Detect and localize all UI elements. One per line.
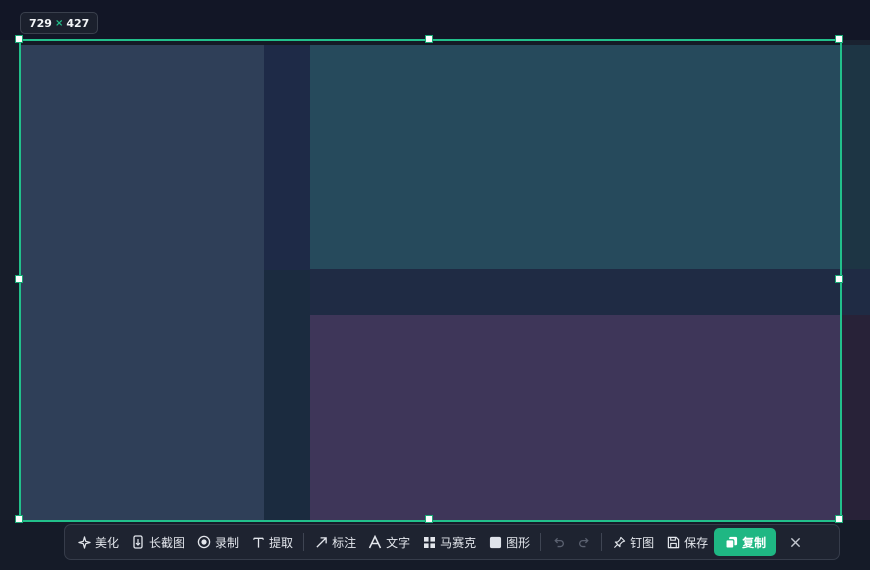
resize-handle-bottom[interactable] bbox=[425, 515, 433, 523]
mosaic-icon bbox=[422, 535, 436, 549]
selection-rectangle[interactable] bbox=[19, 39, 842, 522]
selection-height: 427 bbox=[66, 16, 90, 30]
resize-handle-top-left[interactable] bbox=[15, 35, 23, 43]
screenshot-toolbar: 美化 长截图 录制 提取 标注 文字 马赛克 图形 钉图 保存 复制 bbox=[64, 524, 840, 560]
extract-text-label: 提取 bbox=[269, 535, 294, 550]
long-screenshot-icon bbox=[131, 535, 145, 549]
copy-button[interactable]: 复制 bbox=[714, 528, 777, 556]
annotate-label: 标注 bbox=[332, 535, 357, 550]
sparkle-icon bbox=[77, 535, 91, 549]
extract-text-button[interactable]: 提取 bbox=[245, 529, 299, 555]
resize-handle-left[interactable] bbox=[15, 275, 23, 283]
pin-icon bbox=[612, 535, 626, 549]
shape-label: 图形 bbox=[506, 535, 531, 550]
record-button[interactable]: 录制 bbox=[191, 529, 245, 555]
backdrop-right-bottom bbox=[840, 315, 870, 520]
record-icon bbox=[197, 535, 211, 549]
save-label: 保存 bbox=[684, 535, 709, 550]
undo-button[interactable] bbox=[545, 529, 571, 555]
selection-size-badge: 729 × 427 bbox=[20, 12, 99, 34]
text-icon bbox=[368, 535, 382, 549]
pin-label: 钉图 bbox=[630, 535, 655, 550]
text-extract-icon bbox=[251, 535, 265, 549]
redo-icon bbox=[577, 535, 591, 549]
long-screenshot-label: 长截图 bbox=[149, 535, 186, 550]
toolbar-divider bbox=[601, 533, 603, 551]
mosaic-label: 马赛克 bbox=[440, 535, 477, 550]
size-separator: × bbox=[54, 17, 64, 29]
undo-icon bbox=[551, 535, 565, 549]
annotate-button[interactable]: 标注 bbox=[308, 529, 362, 555]
resize-handle-top[interactable] bbox=[425, 35, 433, 43]
long-screenshot-button[interactable]: 长截图 bbox=[125, 529, 191, 555]
resize-handle-top-right[interactable] bbox=[835, 35, 843, 43]
close-button[interactable] bbox=[780, 529, 810, 555]
toolbar-divider bbox=[540, 533, 542, 551]
arrow-icon bbox=[314, 535, 328, 549]
shape-button[interactable]: 图形 bbox=[482, 529, 536, 555]
selection-width: 729 bbox=[29, 16, 52, 30]
text-tool-label: 文字 bbox=[386, 535, 411, 550]
shape-icon bbox=[488, 535, 502, 549]
beautify-label: 美化 bbox=[95, 535, 120, 550]
copy-icon bbox=[724, 535, 738, 549]
redo-button[interactable] bbox=[571, 529, 597, 555]
resize-handle-bottom-left[interactable] bbox=[15, 515, 23, 523]
toolbar-divider bbox=[303, 533, 305, 551]
save-button[interactable]: 保存 bbox=[660, 529, 714, 555]
save-icon bbox=[666, 535, 680, 549]
backdrop-right-top bbox=[840, 45, 870, 269]
copy-label: 复制 bbox=[742, 535, 767, 550]
mosaic-button[interactable]: 马赛克 bbox=[416, 529, 482, 555]
pin-button[interactable]: 钉图 bbox=[606, 529, 660, 555]
backdrop-left bbox=[0, 40, 20, 570]
resize-handle-bottom-right[interactable] bbox=[835, 515, 843, 523]
close-icon bbox=[788, 535, 802, 549]
beautify-button[interactable]: 美化 bbox=[71, 529, 125, 555]
resize-handle-right[interactable] bbox=[835, 275, 843, 283]
record-label: 录制 bbox=[215, 535, 240, 550]
text-tool-button[interactable]: 文字 bbox=[362, 529, 416, 555]
backdrop-top bbox=[0, 0, 870, 40]
